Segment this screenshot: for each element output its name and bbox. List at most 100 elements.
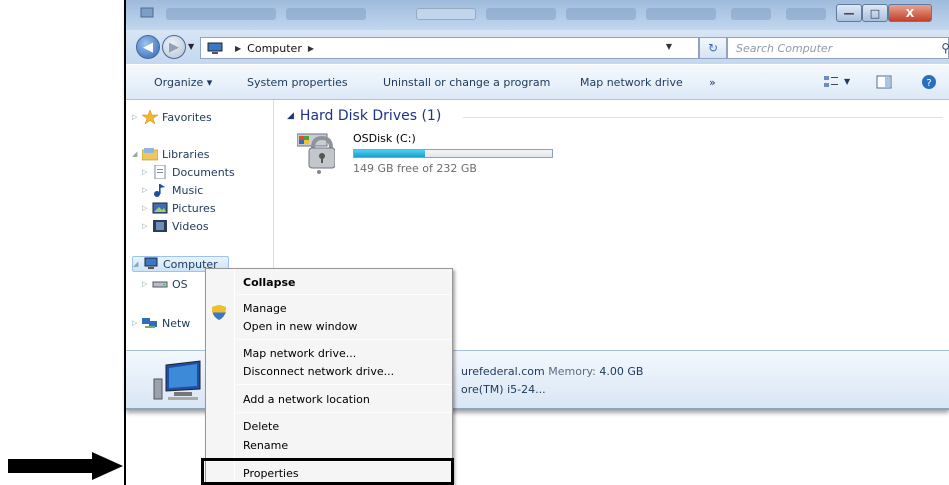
refresh-icon: ↻	[707, 41, 719, 55]
menu-gutter	[234, 269, 235, 484]
nav-videos-label: Videos	[172, 219, 209, 233]
collapse-group-icon[interactable]: ◢	[287, 111, 294, 121]
drive-name: OSDisk (C:)	[353, 132, 416, 145]
menu-item-add-network-location[interactable]: Add a network location	[243, 393, 370, 406]
details-domain: urefederal.com	[461, 365, 545, 378]
computer-icon	[144, 257, 158, 269]
nav-pictures[interactable]: ▷ Pictures	[142, 201, 216, 215]
expand-icon[interactable]: ▷	[142, 280, 152, 288]
menu-item-manage[interactable]: Manage	[243, 302, 287, 315]
blurred-taskbar-area	[416, 8, 476, 20]
search-icon[interactable]: ⚲	[941, 41, 949, 55]
menu-item-map-network-drive[interactable]: Map network drive...	[243, 347, 356, 360]
network-icon	[142, 318, 157, 328]
expand-icon[interactable]: ▷	[142, 222, 152, 230]
context-menu: Collapse Manage Open in new window Map n…	[205, 268, 453, 485]
music-icon	[154, 184, 165, 197]
nav-music-label: Music	[172, 183, 204, 197]
menu-separator	[237, 339, 451, 340]
system-properties-button[interactable]: System properties	[247, 76, 348, 89]
group-divider	[463, 117, 943, 118]
properties-highlight-box	[201, 458, 454, 485]
menu-item-open-new-window[interactable]: Open in new window	[243, 320, 357, 333]
nav-pictures-label: Pictures	[172, 201, 216, 215]
nav-libraries-label: Libraries	[162, 147, 210, 161]
drive-usage-bar	[353, 149, 553, 158]
forward-button[interactable]: ▶	[162, 35, 186, 59]
preview-pane-icon[interactable]	[876, 74, 892, 90]
menu-separator	[237, 384, 451, 385]
minimize-button[interactable]: —	[836, 4, 862, 22]
recent-pages-dropdown[interactable]: ▼	[188, 42, 194, 51]
nav-network[interactable]: ▷ Netw	[132, 316, 190, 330]
videos-icon	[153, 220, 167, 232]
blurred-taskbar-area	[486, 8, 556, 20]
menu-item-delete[interactable]: Delete	[243, 420, 279, 433]
view-options-icon[interactable]	[823, 74, 839, 90]
nav-videos[interactable]: ▷ Videos	[142, 219, 209, 233]
address-dropdown-icon[interactable]: ▼	[666, 42, 672, 51]
nav-documents[interactable]: ▷ Documents	[142, 165, 235, 179]
blurred-taskbar-area	[646, 8, 716, 20]
svg-text:?: ?	[926, 78, 931, 89]
expand-icon[interactable]: ▷	[132, 319, 142, 327]
search-placeholder: Search Computer	[736, 41, 833, 55]
refresh-button[interactable]: ↻	[699, 37, 727, 59]
expand-icon[interactable]: ▷	[142, 186, 152, 194]
blurred-taskbar-area	[286, 8, 366, 20]
view-dropdown-icon[interactable]: ▼	[844, 77, 850, 86]
blurred-taskbar-area	[786, 8, 826, 20]
nav-music[interactable]: ▷ Music	[142, 183, 203, 197]
nav-documents-label: Documents	[172, 165, 235, 179]
documents-icon	[154, 165, 166, 179]
pictures-icon	[152, 202, 168, 214]
more-commands-button[interactable]: »	[709, 76, 716, 89]
details-processor: ore(TM) i5-24...	[461, 383, 546, 396]
nav-network-label: Netw	[162, 316, 191, 330]
map-network-drive-button[interactable]: Map network drive	[580, 76, 683, 89]
expand-icon[interactable]: ▷	[142, 168, 152, 176]
nav-osdisk[interactable]: ▷ OS	[142, 277, 188, 291]
search-input[interactable]: Search Computer ⚲	[727, 37, 949, 59]
computer-icon	[207, 42, 223, 54]
blurred-taskbar-area	[731, 8, 771, 20]
group-header-hard-disk-drives[interactable]: ◢ Hard Disk Drives (1)	[287, 108, 441, 124]
breadcrumb-chevron-icon[interactable]: ▶	[308, 44, 314, 53]
menu-separator	[237, 294, 451, 295]
back-button[interactable]: ◀	[136, 35, 160, 59]
address-row: ◀ ▶ ▼ ▶ Computer ▶ ▼ ↻ Search Computer ⚲	[126, 30, 949, 64]
menu-item-disconnect-network-drive[interactable]: Disconnect network drive...	[243, 365, 394, 378]
command-bar: Organize ▾ System properties Uninstall o…	[126, 64, 949, 100]
drive-usage-fill	[354, 150, 426, 157]
breadcrumb-chevron-icon[interactable]: ▶	[235, 44, 241, 53]
drive-icon	[152, 281, 168, 288]
expand-icon[interactable]: ▷	[132, 113, 142, 121]
menu-item-collapse[interactable]: Collapse	[243, 276, 295, 289]
computer-large-icon	[153, 360, 201, 400]
details-memory-label: Memory:	[548, 365, 596, 378]
drive-item-osdisk[interactable]: OSDisk (C:) 149 GB free of 232 GB	[297, 130, 557, 176]
window-icon	[140, 7, 154, 18]
details-domain-memory: urefederal.com Memory: 4.00 GB	[461, 365, 643, 378]
address-bar[interactable]: ▶ Computer ▶ ▼	[200, 37, 699, 59]
menu-item-rename[interactable]: Rename	[243, 439, 288, 452]
title-bar[interactable]: — □ X	[126, 0, 949, 30]
help-icon[interactable]: ?	[921, 74, 937, 90]
nav-favorites[interactable]: ▷ Favorites	[132, 110, 212, 124]
uninstall-program-button[interactable]: Uninstall or change a program	[383, 76, 550, 89]
expand-icon[interactable]: ▷	[142, 204, 152, 212]
collapse-icon[interactable]: ◢	[133, 260, 143, 268]
blurred-taskbar-area	[566, 8, 636, 20]
close-button[interactable]: X	[888, 4, 932, 22]
libraries-icon	[142, 148, 158, 161]
menu-separator	[237, 412, 451, 413]
nav-favorites-label: Favorites	[162, 110, 212, 124]
maximize-button[interactable]: □	[862, 4, 888, 22]
breadcrumb-computer[interactable]: Computer	[247, 42, 302, 55]
collapse-icon[interactable]: ◢	[132, 150, 142, 158]
tutorial-screenshot: — □ X ◀ ▶ ▼ ▶ Computer ▶ ▼ ↻ Search Comp…	[0, 0, 949, 485]
details-memory-value: 4.00 GB	[599, 365, 644, 378]
organize-button[interactable]: Organize ▾	[154, 76, 212, 89]
nav-libraries[interactable]: ◢ Libraries	[132, 147, 210, 161]
locked-drive-icon	[297, 133, 335, 174]
